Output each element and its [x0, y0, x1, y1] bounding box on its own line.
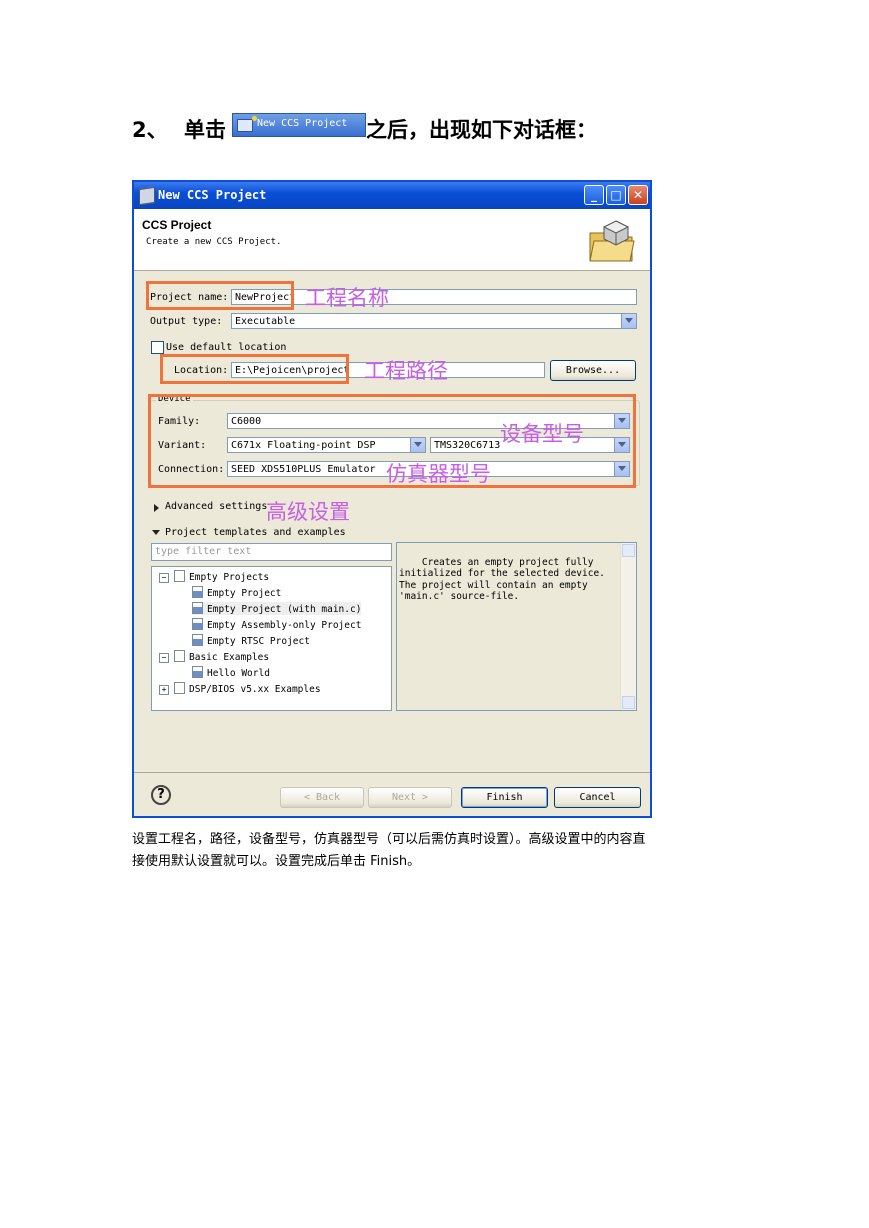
tree-item-hello-world[interactable]: Hello World — [192, 666, 270, 679]
tree-item-label: DSP/BIOS v5.xx Examples — [189, 684, 321, 695]
folder-icon — [174, 650, 185, 662]
annotation-advanced: 高级设置 — [266, 500, 350, 524]
body-text-line1: 设置工程名，路径，设备型号，仿真器型号（可以后需仿真时设置）。高级设置中的内容直 — [132, 832, 646, 847]
back-button[interactable]: < Back — [280, 787, 364, 808]
description-text: Creates an empty project fully initializ… — [399, 556, 605, 603]
description-scrollbar[interactable] — [620, 543, 636, 710]
tree-item-empty-projects[interactable]: Empty Projects — [174, 570, 269, 583]
output-type-select[interactable]: Executable — [231, 313, 637, 329]
annotation-device: 设备型号 — [500, 422, 584, 446]
finish-button[interactable]: Finish — [461, 787, 548, 808]
expand-icon[interactable]: + — [159, 685, 169, 695]
filter-input[interactable]: type filter text — [151, 543, 392, 561]
templates-toggle[interactable]: Project templates and examples — [165, 527, 346, 538]
tree-item-empty-project-main[interactable]: Empty Project (with main.c) — [192, 602, 362, 615]
annotation-project-name: 工程名称 — [305, 286, 389, 310]
project-icon — [192, 634, 203, 646]
inline-button-label: New CCS Project — [257, 118, 348, 129]
tree-item-label: Empty RTSC Project — [207, 636, 310, 647]
scroll-up-button[interactable] — [622, 544, 635, 557]
scroll-down-button[interactable] — [622, 696, 635, 709]
folder-icon — [174, 570, 185, 582]
heading-text-before: 单击 — [184, 118, 226, 142]
cancel-button[interactable]: Cancel — [554, 787, 641, 808]
location-highlight — [160, 354, 349, 384]
tree-item-empty-project[interactable]: Empty Project — [192, 586, 281, 599]
template-description: Creates an empty project fully initializ… — [396, 542, 637, 711]
header-subtitle: Create a new CCS Project. — [146, 237, 282, 247]
project-icon — [192, 618, 203, 630]
expand-arrow-icon[interactable] — [154, 504, 159, 512]
tree-item-dsp-bios-examples[interactable]: DSP/BIOS v5.xx Examples — [174, 682, 321, 695]
tree-item-label: Empty Projects — [189, 572, 270, 583]
use-default-location-checkbox[interactable] — [151, 341, 164, 354]
use-default-location-label: Use default location — [166, 342, 287, 353]
project-icon — [192, 586, 203, 598]
dialog-title: New CCS Project — [158, 188, 267, 202]
dialog-header: CCS Project Create a new CCS Project. — [134, 209, 650, 271]
body-text-line2: 接使用默认设置就可以。设置完成后单击 Finish。 — [132, 854, 421, 869]
tree-item-label: Empty Project — [207, 588, 282, 599]
tree-item-empty-assembly-project[interactable]: Empty Assembly-only Project — [192, 618, 361, 631]
tree-item-label: Basic Examples — [189, 652, 270, 663]
new-ccs-project-dialog: New CCS Project _ □ ✕ CCS Project Create… — [132, 180, 652, 818]
step-number: 2、 — [132, 118, 168, 142]
browse-button[interactable]: Browse... — [550, 360, 636, 381]
collapse-icon[interactable]: − — [159, 653, 169, 663]
project-icon — [192, 666, 203, 678]
close-button[interactable]: ✕ — [628, 185, 648, 205]
tree-item-empty-rtsc-project[interactable]: Empty RTSC Project — [192, 634, 310, 647]
help-icon[interactable]: ? — [151, 785, 171, 805]
advanced-settings-toggle[interactable]: Advanced settings — [165, 501, 267, 512]
project-name-highlight — [146, 281, 294, 310]
new-project-icon — [237, 116, 257, 132]
output-type-value: Executable — [235, 316, 296, 327]
title-bar[interactable]: New CCS Project _ □ ✕ — [134, 182, 650, 209]
collapse-arrow-icon[interactable] — [152, 530, 160, 535]
template-tree: − Empty Projects Empty Project Empty Pro… — [151, 566, 392, 711]
next-button[interactable]: Next > — [368, 787, 452, 808]
tree-item-label: Hello World — [207, 668, 270, 679]
tree-item-basic-examples[interactable]: Basic Examples — [174, 650, 269, 663]
header-title: CCS Project — [142, 218, 212, 232]
heading-text-after: 之后，出现如下对话框： — [366, 118, 597, 142]
collapse-icon[interactable]: − — [159, 573, 169, 583]
annotation-location: 工程路径 — [364, 359, 448, 383]
tree-item-label: Empty Assembly-only Project — [207, 620, 362, 631]
output-type-label: Output type: — [150, 316, 223, 327]
project-icon — [192, 602, 203, 614]
folder-cube-icon — [589, 220, 635, 262]
tree-item-label: Empty Project (with main.c) — [207, 604, 362, 615]
new-ccs-project-inline-button: New CCS Project — [232, 113, 366, 137]
maximize-button[interactable]: □ — [606, 185, 626, 205]
app-icon — [139, 186, 155, 206]
folder-icon — [174, 682, 185, 694]
footer-divider — [134, 772, 650, 773]
chevron-down-icon[interactable] — [621, 314, 636, 328]
annotation-emulator: 仿真器型号 — [386, 462, 491, 486]
minimize-button[interactable]: _ — [584, 185, 604, 205]
